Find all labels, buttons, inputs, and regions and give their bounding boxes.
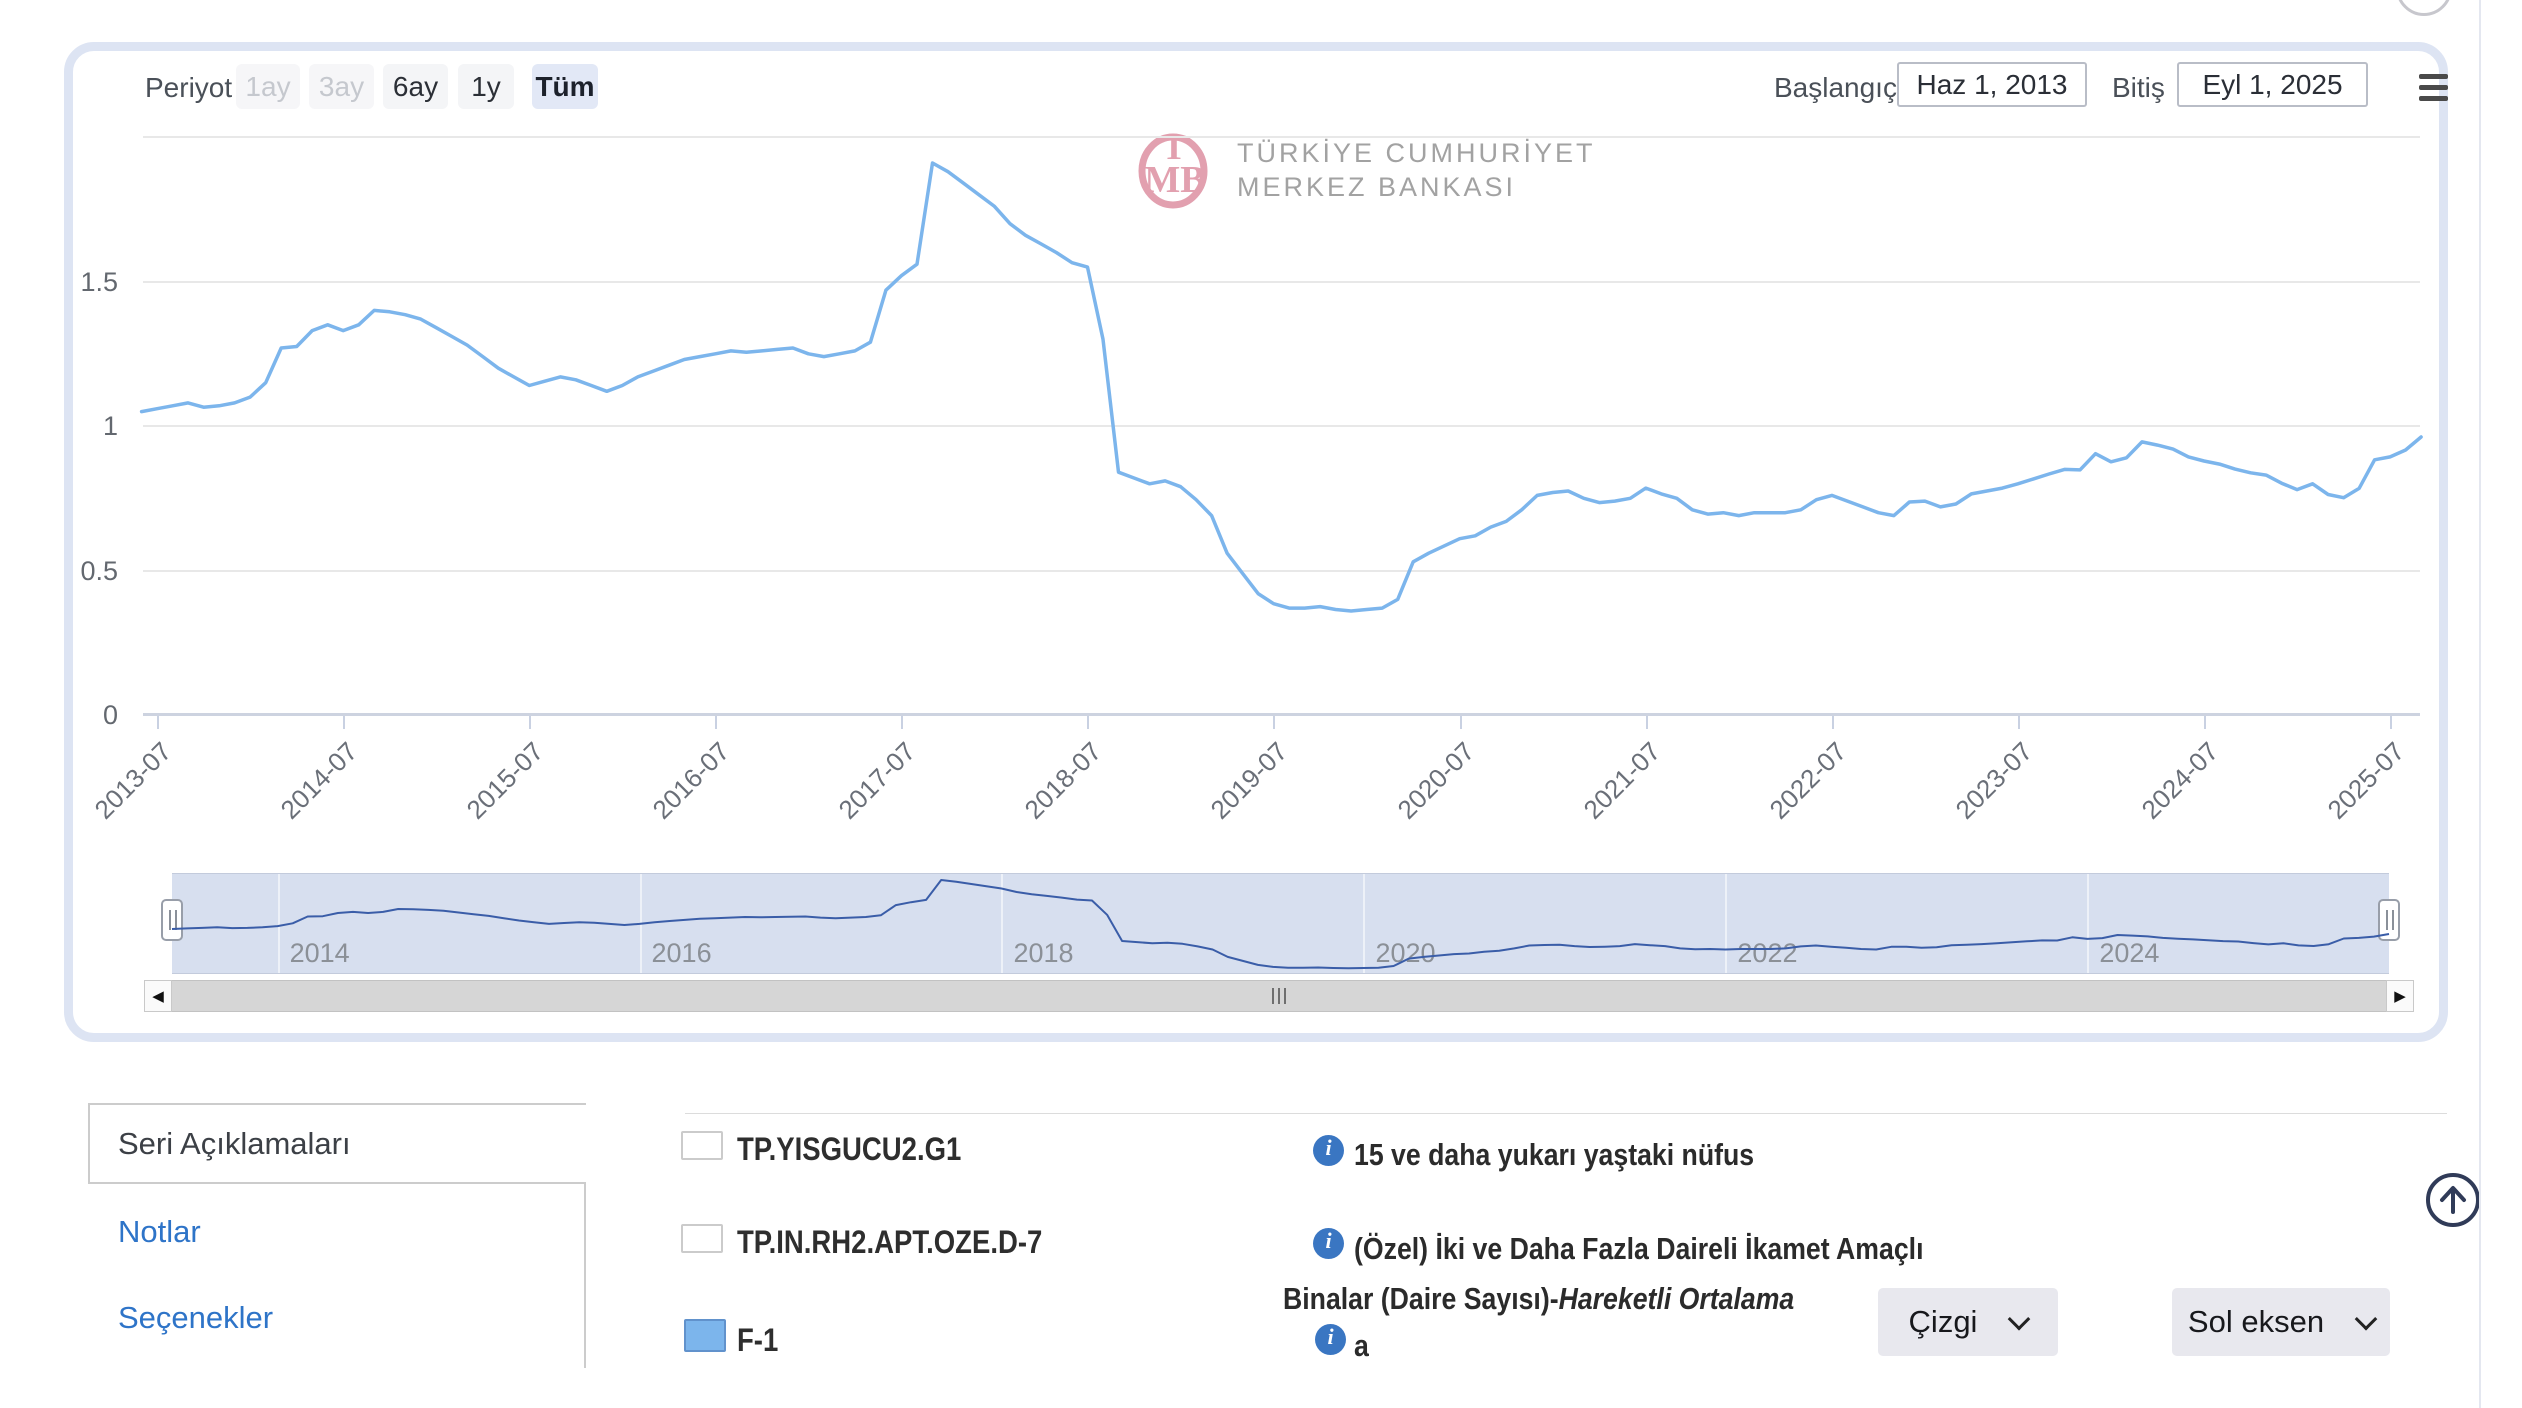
series-checkbox-tpyisgucu2g1[interactable] xyxy=(681,1131,723,1160)
series-code: TP.YISGUCU2.G1 xyxy=(737,1131,998,1168)
x-tick xyxy=(1460,716,1462,729)
y-axis-label: 0 xyxy=(30,700,118,731)
bitis-label: Bitiş xyxy=(2112,72,2165,104)
navigator-year-label: 2016 xyxy=(652,938,712,969)
scroll-to-top-button[interactable] xyxy=(2426,1173,2480,1227)
series-info-text: 15 ve daha yukarı yaştaki nüfus xyxy=(1354,1137,1819,1173)
chart-type-dropdown[interactable]: Çizgi xyxy=(1878,1288,2058,1356)
periyot-label: Periyot xyxy=(145,72,232,104)
arrow-up-icon xyxy=(2442,1188,2464,1212)
page-edge-line xyxy=(2479,0,2481,1408)
info-icon[interactable]: i xyxy=(1315,1324,1346,1355)
x-tick xyxy=(901,716,903,729)
partial-floating-button[interactable] xyxy=(2396,0,2452,16)
y-axis-label: 1 xyxy=(30,411,118,442)
navigator-year-gridline xyxy=(1363,874,1365,973)
info-icon[interactable]: i xyxy=(1313,1135,1344,1166)
x-tick xyxy=(343,716,345,729)
watermark-line2: MERKEZ BANKASI xyxy=(1237,172,1516,203)
x-tick xyxy=(1273,716,1275,729)
y-axis-label: 1.5 xyxy=(30,267,118,298)
y-axis-label: 0.5 xyxy=(30,556,118,587)
y-gridline xyxy=(143,136,2420,138)
series-checkbox-tpinrh2[interactable] xyxy=(681,1224,723,1253)
axis-select-dropdown[interactable]: Sol eksen xyxy=(2172,1288,2390,1356)
start-date-input[interactable] xyxy=(1897,62,2087,107)
x-tick xyxy=(715,716,717,729)
scrollbar-right-arrow-icon[interactable]: ▶ xyxy=(2386,980,2414,1012)
x-tick xyxy=(2390,716,2392,729)
navigator-band[interactable] xyxy=(172,873,2389,974)
navigator-year-gridline xyxy=(1725,874,1727,973)
period-button-1ay[interactable]: 1ay xyxy=(236,64,300,109)
tab-secenekler[interactable]: Seçenekler xyxy=(118,1300,273,1336)
series-info-text-line1: (Özel) İki ve Daha Fazla Daireli İkamet … xyxy=(1354,1231,2016,1267)
info-icon[interactable]: i xyxy=(1313,1228,1344,1259)
y-gridline xyxy=(143,570,2420,572)
x-tick xyxy=(529,716,531,729)
end-date-input[interactable] xyxy=(2177,62,2368,107)
x-tick xyxy=(2018,716,2020,729)
y-gridline xyxy=(143,425,2420,427)
navigator-year-label: 2014 xyxy=(290,938,350,969)
chevron-down-icon xyxy=(2008,1308,2031,1331)
period-button-tum[interactable]: Tüm xyxy=(532,64,598,109)
tabs-divider xyxy=(584,1183,586,1368)
navigator-year-label: 2024 xyxy=(2099,938,2159,969)
navigator-year-gridline xyxy=(278,874,280,973)
navigator-right-handle[interactable] xyxy=(2378,899,2400,941)
series-info-text: a xyxy=(1354,1328,1371,1364)
navigator-year-gridline xyxy=(640,874,642,973)
baslangic-label: Başlangıç xyxy=(1774,72,1897,104)
navigator-year-label: 2020 xyxy=(1375,938,1435,969)
x-axis-line xyxy=(143,713,2420,716)
navigator-year-gridline xyxy=(1001,874,1003,973)
y-gridline xyxy=(143,281,2420,283)
tab-seri-aciklamalari[interactable]: Seri Açıklamaları xyxy=(118,1126,351,1162)
series-code: TP.IN.RH2.APT.OZE.D-7 xyxy=(737,1224,1092,1261)
series-code: F-1 xyxy=(737,1322,785,1359)
navigator-year-label: 2018 xyxy=(1013,938,1073,969)
chevron-down-icon xyxy=(2355,1308,2378,1331)
tab-notlar[interactable]: Notlar xyxy=(118,1214,201,1250)
x-tick xyxy=(1646,716,1648,729)
scrollbar-left-arrow-icon[interactable]: ◀ xyxy=(144,980,172,1012)
x-tick xyxy=(1832,716,1834,729)
x-tick xyxy=(2204,716,2206,729)
series-checkbox-f1-checked[interactable] xyxy=(684,1319,726,1352)
navigator-year-gridline xyxy=(2087,874,2089,973)
hamburger-icon[interactable] xyxy=(2419,74,2448,101)
series-info-text-line2: Binalar (Daire Sayısı)-Hareketli Ortalam… xyxy=(1283,1281,1877,1317)
period-button-6ay[interactable]: 6ay xyxy=(383,64,448,109)
panel-divider xyxy=(685,1113,2447,1114)
period-button-1y[interactable]: 1y xyxy=(458,64,514,109)
x-tick xyxy=(1087,716,1089,729)
watermark-line1: TÜRKİYE CUMHURİYET xyxy=(1237,138,1596,169)
period-button-3ay[interactable]: 3ay xyxy=(309,64,374,109)
x-tick xyxy=(157,716,159,729)
navigator-year-label: 2022 xyxy=(1737,938,1797,969)
navigator-left-handle[interactable] xyxy=(161,899,183,941)
